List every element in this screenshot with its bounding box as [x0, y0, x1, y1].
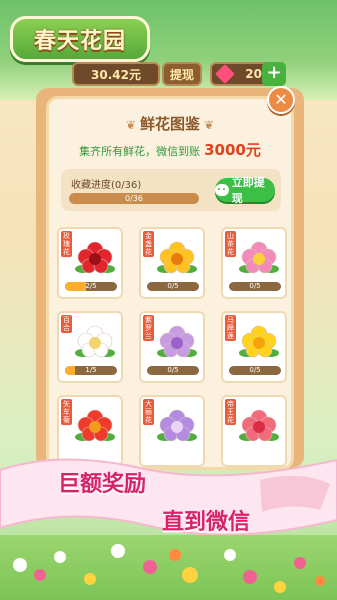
- flower-icon: [75, 241, 115, 274]
- flower-name-tag: 矢车菊: [61, 399, 72, 425]
- subtitle-text: 集齐所有鲜花，微信到账: [79, 145, 201, 158]
- progress-label: 收藏进度(0/36): [71, 180, 142, 191]
- flower-card[interactable]: 紫罗兰 0/5: [139, 311, 205, 383]
- withdraw-now-button[interactable]: 立即提现: [215, 176, 275, 205]
- flower-name-tag: 紫罗兰: [143, 315, 154, 341]
- banner-line-2: 直到微信: [162, 509, 251, 535]
- close-button[interactable]: ✕: [267, 86, 295, 114]
- hud-withdraw-button[interactable]: 提现: [162, 62, 202, 86]
- flower-icon: [157, 409, 197, 442]
- collection-progress-bar: 0/36: [69, 193, 199, 204]
- money-display: 30.42元: [72, 62, 160, 86]
- flower-progress-bar: 2/5: [65, 282, 117, 291]
- flower-progress-bar: 1/5: [65, 366, 117, 375]
- flower-progress-bar: 0/5: [147, 282, 199, 291]
- flower-progress-bar: 0/5: [229, 282, 281, 291]
- flower-icon: [239, 241, 279, 274]
- modal-title-row: ❦ 鲜花图鉴 ❦: [49, 113, 291, 134]
- flower-card[interactable]: 山茶花 0/5: [221, 227, 287, 299]
- flower-collection-modal: ❦ 鲜花图鉴 ❦ 集齐所有鲜花，微信到账 3000元 收藏进度(0/36) 0/36 …: [46, 96, 294, 470]
- flower-name-tag: 大丽花: [143, 399, 154, 425]
- hud-withdraw-label: 提现: [169, 67, 194, 82]
- flower-icon: [75, 409, 115, 442]
- banner-line-1: 巨额奖励: [58, 471, 147, 497]
- flower-icon: [239, 325, 279, 358]
- flower-name-tag: 金盏花: [143, 231, 154, 257]
- money-value: 30.42元: [91, 67, 141, 82]
- garden-flowers: [13, 544, 325, 593]
- modal-subtitle: 集齐所有鲜花，微信到账 3000元: [49, 139, 291, 160]
- collection-progress-panel: 收藏进度(0/36) 0/36 立即提现: [61, 169, 281, 211]
- flower-name-tag: 马蹄莲: [225, 315, 236, 341]
- reward-amount: 3000元: [204, 141, 261, 159]
- leaf-decor-icon: ❦: [204, 118, 215, 132]
- progress-text: 0/36: [125, 194, 143, 203]
- modal-title: 鲜花图鉴: [139, 115, 200, 133]
- wechat-icon: [215, 184, 229, 196]
- flower-name-tag: 百合: [61, 315, 72, 333]
- flower-icon: [157, 241, 197, 274]
- flower-progress-text: 1/5: [85, 366, 97, 374]
- flower-progress-text: 2/5: [85, 282, 97, 290]
- withdraw-now-label: 立即提现: [231, 176, 265, 205]
- flower-icon: [239, 409, 279, 442]
- gem-icon: [215, 64, 235, 84]
- flower-icon: [157, 325, 197, 358]
- flower-progress-text: 0/5: [249, 366, 261, 374]
- flower-progress-bar: 0/5: [229, 366, 281, 375]
- flower-card[interactable]: 百合 1/5: [57, 311, 123, 383]
- add-gems-button[interactable]: +: [262, 62, 286, 86]
- flower-progress-bar: 0/5: [147, 366, 199, 375]
- gem-display: 20 +: [210, 62, 286, 86]
- flower-name-tag: 山茶花: [225, 231, 236, 257]
- game-title: 春天花园: [33, 28, 126, 54]
- leaf-decor-icon: ❦: [125, 118, 136, 132]
- flower-progress-text: 0/5: [167, 366, 179, 374]
- flower-progress-text: 0/5: [249, 282, 261, 290]
- flower-icon: [75, 325, 115, 358]
- flower-card[interactable]: 玫瑰花 2/5: [57, 227, 123, 299]
- flower-card[interactable]: 金盏花 0/5: [139, 227, 205, 299]
- flower-card[interactable]: 马蹄莲 0/5: [221, 311, 287, 383]
- game-logo: 春天花园: [10, 16, 150, 62]
- gem-count: 20: [245, 67, 262, 81]
- flower-progress-text: 0/5: [167, 282, 179, 290]
- flower-name-tag: 玫瑰花: [61, 231, 72, 257]
- flower-name-tag: 帝王花: [225, 399, 236, 425]
